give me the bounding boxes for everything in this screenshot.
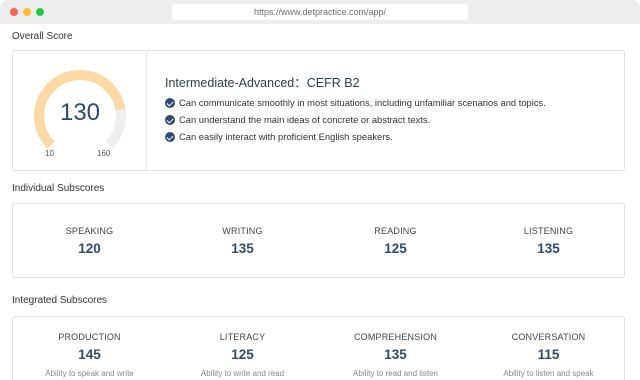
subscore-label: WRITING	[222, 226, 263, 236]
subscore-label: PRODUCTION	[58, 332, 121, 342]
description-text: Can communicate smoothly in most situati…	[179, 97, 546, 108]
subscore-description: Ability to speak and write	[45, 369, 134, 378]
check-circle-icon	[165, 132, 175, 142]
subscore-label: LITERACY	[219, 332, 266, 342]
browser-window: https://www.detpractice.com/app/ Overall…	[0, 0, 640, 380]
address-bar[interactable]: https://www.detpractice.com/app/	[172, 4, 468, 20]
gauge-min-label: 10	[45, 149, 54, 158]
subscore-value: 135	[384, 347, 407, 362]
overall-score-value: 130	[59, 99, 101, 126]
subscore-comprehension: COMPREHENSION 135 Ability to read and li…	[319, 332, 472, 378]
check-circle-icon	[165, 98, 175, 108]
subscore-label: CONVERSATION	[511, 332, 586, 342]
overall-score-card: 130 10 160 Intermediate-Advanced：CEFR B2…	[12, 50, 625, 172]
description-item: Can communicate smoothly in most situati…	[165, 97, 546, 114]
subscore-conversation: CONVERSATION 115 Ability to listen and s…	[472, 332, 625, 378]
subscore-speaking: SPEAKING 120	[13, 226, 166, 256]
subscore-writing: WRITING 135	[166, 226, 319, 256]
overall-score-heading: Overall Score	[12, 31, 73, 42]
description-text: Can understand the main ideas of concret…	[179, 114, 431, 125]
subscore-label: READING	[374, 226, 417, 236]
subscore-production: PRODUCTION 145 Ability to speak and writ…	[13, 332, 166, 378]
description-text: Can easily interact with proficient Engl…	[179, 131, 393, 142]
subscore-value: 135	[537, 241, 560, 256]
subscore-value: 145	[78, 347, 101, 362]
cefr-level-title: Intermediate-Advanced：CEFR B2	[165, 76, 360, 90]
subscore-reading: READING 125	[319, 226, 472, 256]
subscore-value: 120	[78, 241, 101, 256]
subscore-description: Ability to read and listen	[353, 369, 438, 378]
individual-subscores-card: SPEAKING 120 WRITING 135 READING 125 LIS…	[12, 203, 625, 278]
individual-subscores-heading: Individual Subscores	[12, 183, 105, 194]
description-item: Can easily interact with proficient Engl…	[165, 131, 546, 148]
subscore-label: COMPREHENSION	[353, 332, 438, 342]
subscore-value: 115	[537, 347, 560, 362]
subscore-value: 125	[384, 241, 407, 256]
level-description-list: Can communicate smoothly in most situati…	[165, 97, 546, 148]
description-item: Can understand the main ideas of concret…	[165, 114, 546, 131]
browser-chrome: https://www.detpractice.com/app/	[0, 0, 640, 24]
integrated-subscores-card: PRODUCTION 145 Ability to speak and writ…	[12, 316, 625, 380]
subscore-description: Ability to listen and speak	[503, 369, 594, 378]
close-window-icon[interactable]	[10, 8, 18, 16]
maximize-window-icon[interactable]	[36, 8, 44, 16]
subscore-description: Ability to write and read	[200, 369, 285, 378]
subscore-label: LISTENING	[523, 226, 574, 236]
integrated-subscores-heading: Integrated Subscores	[12, 295, 108, 306]
check-circle-icon	[165, 115, 175, 125]
subscore-value: 125	[231, 347, 254, 362]
subscore-literacy: LITERACY 125 Ability to write and read	[166, 332, 319, 378]
minimize-window-icon[interactable]	[23, 8, 31, 16]
subscore-label: SPEAKING	[65, 226, 114, 236]
gauge-max-label: 160	[97, 149, 111, 158]
score-gauge: 130 10 160	[13, 51, 147, 172]
subscore-listening: LISTENING 135	[472, 226, 625, 256]
subscore-value: 135	[231, 241, 254, 256]
